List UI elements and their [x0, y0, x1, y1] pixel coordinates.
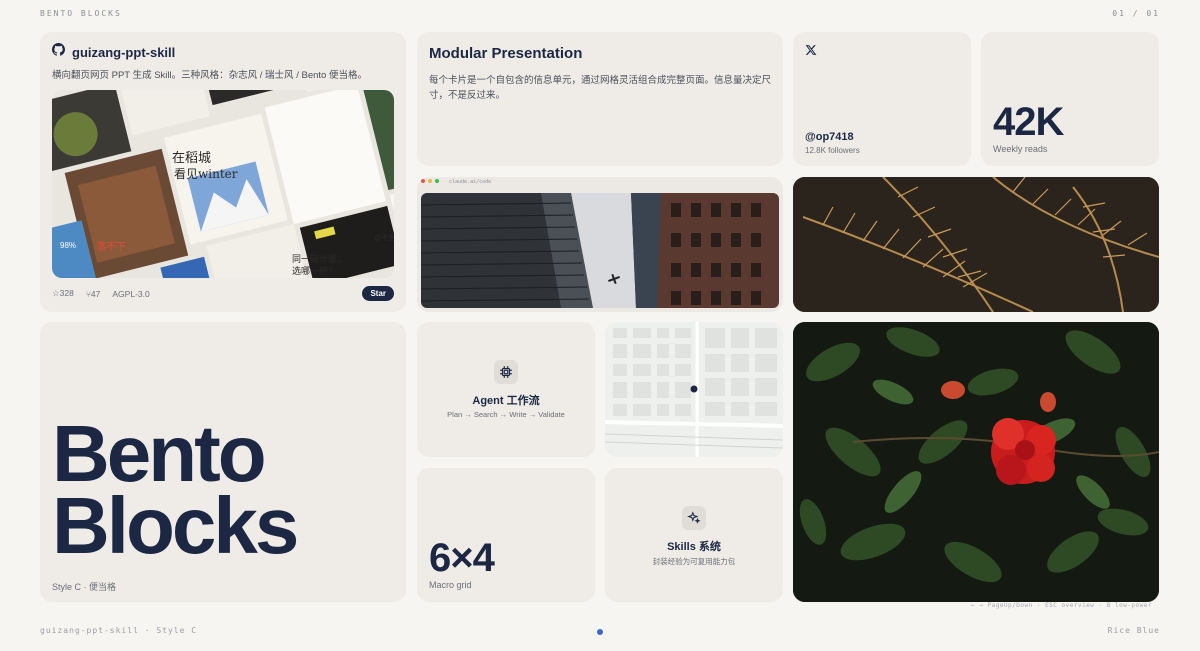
hero-title-card: Bento Blocks Style C · 便当格: [40, 322, 406, 602]
browser-traffic-lights: [421, 179, 439, 183]
x-handle[interactable]: @op7418: [805, 131, 854, 143]
github-icon: [52, 43, 66, 61]
x-followers: 12.8K followers: [805, 146, 860, 155]
repo-header: guizang-ppt-skill: [52, 43, 175, 61]
preview-text-1: 在稻城: [172, 151, 211, 166]
reads-label: Weekly reads: [993, 144, 1048, 154]
stars-count: 328: [59, 288, 74, 298]
deck-title: BENTO BLOCKS: [40, 9, 122, 18]
preview-text-6: 这卡里: [374, 233, 394, 242]
license-label: AGPL-3.0: [112, 288, 150, 299]
repo-description: 横向翻页网页 PPT 生成 Skill。三种风格：杂志风 / 瑞士风 / Ben…: [52, 70, 367, 81]
fern-photo: [793, 177, 1159, 312]
weekly-reads-card: 42K Weekly reads: [981, 32, 1159, 166]
preview-text-4: 同一碗什量，: [292, 253, 346, 264]
forks-stat: ⑂47: [86, 289, 101, 299]
buildings-photo: [421, 193, 779, 308]
footer-left-label: guizang-ppt-skill · Style C: [40, 626, 198, 635]
card-title: Modular Presentation: [429, 45, 583, 62]
card-body: 每个卡片是一个自包含的信息单元，通过网格灵活组合成完整页面。信息量决定尺寸，不是…: [429, 75, 772, 101]
agent-workflow-card: Agent 工作流 Plan → Search → Write → Valida…: [417, 322, 595, 457]
skills-subtitle: 封装经验为可复用能力包: [652, 557, 736, 566]
flower-photo-card: [793, 322, 1159, 602]
hero-title-line-1: Bento: [52, 409, 267, 498]
reads-value: 42K: [993, 100, 1064, 144]
agent-subtitle: Plan → Search → Write → Validate: [447, 410, 565, 419]
preview-text-3: 98%: [60, 241, 76, 250]
forks-count: 47: [90, 288, 101, 299]
map-image: [605, 322, 783, 457]
sparkle-icon: [682, 506, 706, 530]
page-dot-indicator[interactable]: [597, 629, 603, 635]
map-card: [605, 322, 783, 457]
preview-text-5: 选哪一杯？: [292, 265, 337, 276]
repo-preview-image: 在稻城 看见winter 98% 同一碗什量， 选哪一杯？ 这卡里 落不下: [52, 90, 394, 278]
footer-right-label: Rice Blue: [1107, 626, 1160, 635]
agent-title: Agent 工作流: [472, 395, 540, 407]
skills-system-card: Skills 系统 封装经验为可复用能力包: [605, 468, 783, 602]
x-icon: [805, 43, 817, 61]
flower-photo: [793, 322, 1159, 602]
stars-stat: ☆328: [52, 288, 74, 299]
skills-title: Skills 系统: [667, 541, 721, 553]
minimize-dot: [428, 179, 432, 183]
grid-value: 6×4: [429, 536, 495, 580]
modular-presentation-card: Modular Presentation 每个卡片是一个自包含的信息单元，通过网…: [417, 32, 783, 166]
keyboard-hint: ← → PageUp/Down · ESC overview · B low-p…: [971, 602, 1152, 609]
macro-grid-card: 6×4 Macro grid: [417, 468, 595, 602]
x-profile-card[interactable]: @op7418 12.8K followers: [793, 32, 971, 166]
grid-label: Macro grid: [429, 580, 472, 590]
top-bar: BENTO BLOCKS 01 / 01: [40, 9, 1160, 18]
browser-image-card: claude.ai/code: [417, 177, 783, 312]
star-button[interactable]: Star: [362, 286, 394, 301]
cpu-icon: [494, 360, 518, 384]
page-counter: 01 / 01: [1112, 9, 1160, 18]
close-dot: [421, 179, 425, 183]
maximize-dot: [435, 179, 439, 183]
hero-title: Bento Blocks: [52, 409, 299, 570]
fern-photo-card: [793, 177, 1159, 312]
repo-title[interactable]: guizang-ppt-skill: [72, 45, 175, 60]
star-icon: ☆: [52, 288, 60, 298]
hero-subtitle: Style C · 便当格: [52, 582, 117, 592]
browser-url: claude.ai/code: [449, 179, 492, 185]
hero-title-line-2: Blocks: [52, 481, 299, 570]
github-repo-card[interactable]: guizang-ppt-skill 横向翻页网页 PPT 生成 Skill。三种…: [40, 32, 406, 312]
preview-text-2: 看见winter: [174, 167, 238, 181]
preview-text-7: 落不下: [96, 241, 126, 253]
repo-stats: ☆328 ⑂47 AGPL-3.0: [52, 288, 150, 299]
